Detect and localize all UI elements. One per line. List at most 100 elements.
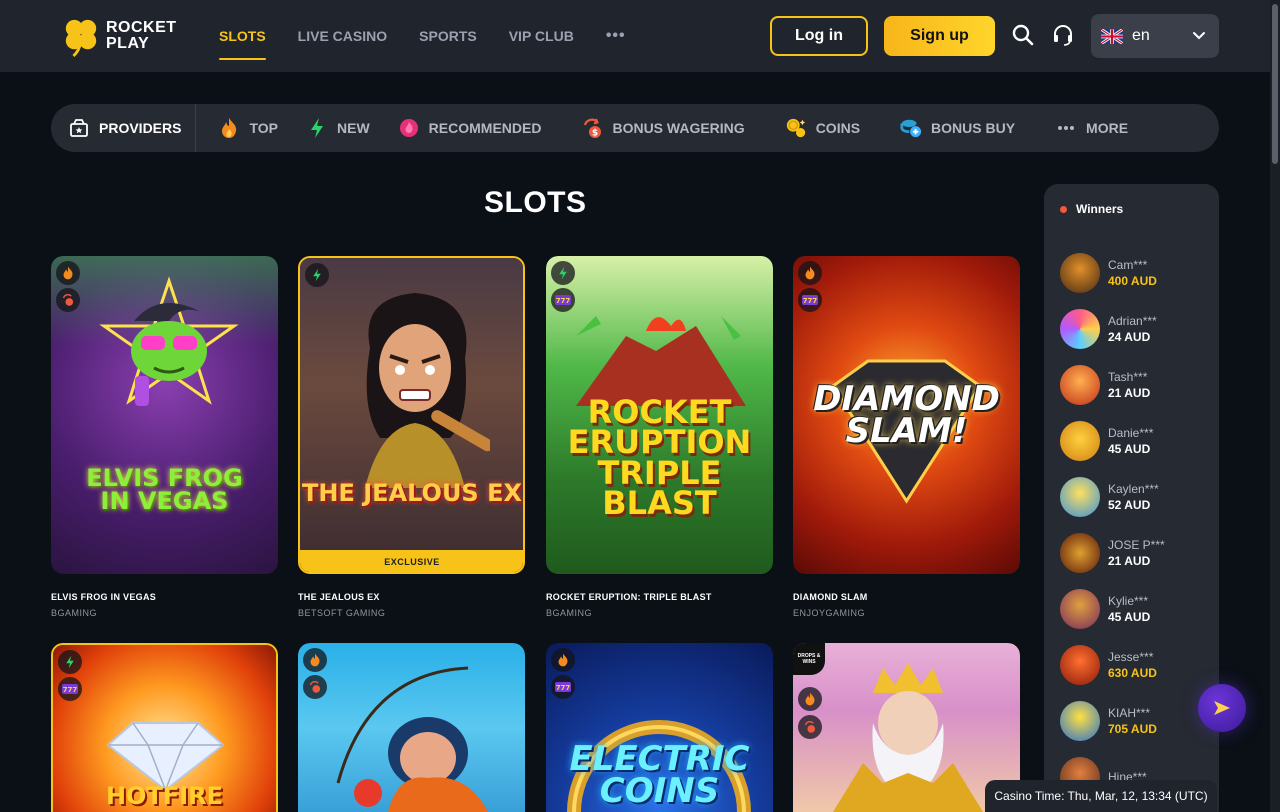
scrollbar-thumb[interactable] — [1272, 4, 1278, 164]
winner-name: Tash*** — [1108, 369, 1148, 384]
game-art-title: DIAMOND SLAM! — [813, 378, 1000, 451]
svg-text:777: 777 — [556, 684, 571, 692]
winner-name: Cam*** — [1108, 257, 1148, 272]
winners-title: Winners — [1076, 202, 1124, 216]
winner-row[interactable]: Danie*** 45 AUD — [1060, 420, 1210, 462]
game-thumbnail[interactable]: ELECTRIC COINS 777 — [546, 643, 773, 812]
jackpot-badge-icon: 777 — [551, 675, 575, 699]
uk-flag-icon — [1101, 28, 1123, 44]
logo-text: ROCKET PLAY — [106, 19, 177, 52]
clover-logo-icon — [65, 19, 97, 57]
filter-bonus-wagering[interactable]: $ BONUS WAGERING — [581, 104, 745, 152]
bonus-wagering-icon: $ — [581, 117, 603, 139]
lightning-icon — [306, 117, 328, 139]
hot-badge-icon — [303, 648, 327, 672]
winner-row[interactable]: Jesse*** 630 AUD — [1060, 644, 1210, 686]
game-name[interactable]: THE JEALOUS EX — [298, 592, 380, 602]
filter-providers[interactable]: PROVIDERS — [51, 104, 197, 152]
hotfire-diamond-art — [106, 722, 225, 790]
game-thumbnail[interactable]: DIAMOND SLAM! 777 — [793, 256, 1020, 574]
game-name[interactable]: DIAMOND SLAM — [793, 592, 868, 602]
game-card-elvis-frog[interactable]: ELVIS FROG IN VEGAS — [51, 256, 278, 574]
game-card-jealous-ex[interactable]: THE JEALOUS EX EXCLUSIVE — [298, 256, 525, 574]
nav-vip-club[interactable]: VIP CLUB — [509, 0, 574, 72]
game-provider[interactable]: BGAMING — [51, 608, 97, 618]
winner-game-avatar[interactable] — [1060, 421, 1100, 461]
jackpot-badge-icon: 777 — [798, 288, 822, 312]
winners-header: Winners — [1060, 202, 1123, 216]
signup-button[interactable]: Sign up — [884, 16, 995, 56]
game-name[interactable]: ELVIS FROG IN VEGAS — [51, 592, 156, 602]
game-thumbnail[interactable]: ELVIS FROG IN VEGAS — [51, 256, 278, 574]
game-thumbnail[interactable]: THE JEALOUS EX EXCLUSIVE — [300, 258, 523, 572]
nav-more-icon[interactable]: ••• — [606, 0, 626, 72]
login-button[interactable]: Log in — [770, 16, 868, 56]
filter-new[interactable]: NEW — [306, 104, 370, 152]
game-art-title: ROCKET ERUPTION TRIPLE BLAST — [567, 392, 752, 522]
svg-text:777: 777 — [63, 686, 78, 694]
winner-game-avatar[interactable] — [1060, 645, 1100, 685]
filter-providers-label: PROVIDERS — [99, 120, 182, 136]
winner-amount: 705 AUD — [1108, 721, 1157, 736]
winner-game-avatar[interactable] — [1060, 589, 1100, 629]
winner-amount: 24 AUD — [1108, 329, 1151, 344]
game-provider[interactable]: ENJOYGAMING — [793, 608, 865, 618]
game-card-fishing[interactable] — [298, 643, 525, 812]
winner-game-avatar[interactable] — [1060, 253, 1100, 293]
nav-slots[interactable]: SLOTS — [219, 0, 266, 72]
game-name[interactable]: ROCKET ERUPTION: TRIPLE BLAST — [546, 592, 712, 602]
winner-name: Kaylen*** — [1108, 481, 1159, 496]
winner-game-avatar[interactable] — [1060, 309, 1100, 349]
new-badge-icon — [551, 261, 575, 285]
game-card-diamond-slam[interactable]: DIAMOND SLAM! 777 — [793, 256, 1020, 574]
svg-text:$: $ — [592, 129, 598, 139]
winner-row[interactable]: Kaylen*** 52 AUD — [1060, 476, 1210, 518]
winner-row[interactable]: Kylie*** 45 AUD — [1060, 588, 1210, 630]
winner-game-avatar[interactable] — [1060, 477, 1100, 517]
winner-game-avatar[interactable] — [1060, 533, 1100, 573]
chevron-down-icon — [1193, 32, 1205, 40]
language-code: en — [1132, 27, 1150, 44]
language-selector[interactable]: en — [1091, 14, 1219, 58]
recommended-icon — [398, 117, 420, 139]
rocketplay-logo[interactable]: ROCKET PLAY — [62, 14, 182, 58]
main-nav: SLOTS LIVE CASINO SPORTS VIP CLUB ••• — [219, 0, 626, 72]
hot-badge-icon — [56, 261, 80, 285]
game-card-rocket-eruption[interactable]: ROCKET ERUPTION TRIPLE BLAST 777 — [546, 256, 773, 574]
filter-top[interactable]: TOP — [218, 104, 278, 152]
game-card-electric-coins[interactable]: ELECTRIC COINS 777 — [546, 643, 773, 812]
winner-game-avatar[interactable] — [1060, 365, 1100, 405]
search-icon[interactable] — [1010, 22, 1036, 48]
coins-icon — [785, 117, 807, 139]
winner-game-avatar[interactable] — [1060, 701, 1100, 741]
winner-row[interactable]: Cam*** 400 AUD — [1060, 252, 1210, 294]
winner-amount: 400 AUD — [1108, 273, 1157, 288]
game-provider[interactable]: BETSOFT GAMING — [298, 608, 385, 618]
filter-coins-label: COINS — [815, 120, 861, 136]
hot-badge-icon — [551, 648, 575, 672]
top-header: ROCKET PLAY SLOTS LIVE CASINO SPORTS VIP… — [0, 0, 1270, 72]
game-provider[interactable]: BGAMING — [546, 608, 592, 618]
winner-row[interactable]: JOSE P*** 21 AUD — [1060, 532, 1210, 574]
filter-recommended[interactable]: RECOMMENDED — [398, 104, 541, 152]
nav-sports[interactable]: SPORTS — [419, 0, 477, 72]
drops-wins-badge: DROPS & WINS — [793, 643, 825, 675]
game-thumbnail[interactable]: HOTFIRE 777 — [53, 645, 276, 812]
play-arrow-icon — [1214, 701, 1230, 715]
promo-launcher-button[interactable] — [1198, 684, 1246, 732]
game-thumbnail[interactable]: ROCKET ERUPTION TRIPLE BLAST 777 — [546, 256, 773, 574]
filter-coins[interactable]: COINS — [785, 104, 860, 152]
frog-character-art — [99, 276, 239, 406]
nav-live-casino[interactable]: LIVE CASINO — [298, 0, 387, 72]
winner-name: Danie*** — [1108, 425, 1154, 440]
exclusive-ribbon: EXCLUSIVE — [300, 550, 523, 572]
game-thumbnail[interactable] — [298, 643, 525, 812]
game-card-hotfire[interactable]: HOTFIRE 777 — [51, 643, 278, 812]
filter-more[interactable]: MORE — [1055, 104, 1128, 152]
winner-row[interactable]: Tash*** 21 AUD — [1060, 364, 1210, 406]
winner-row[interactable]: Adrian*** 24 AUD — [1060, 308, 1210, 350]
jackpot-badge-icon: 777 — [551, 288, 575, 312]
winner-row[interactable]: KIAH*** 705 AUD — [1060, 700, 1210, 742]
filter-bonus-buy[interactable]: BONUS BUY — [900, 104, 1015, 152]
support-headset-icon[interactable] — [1050, 22, 1076, 48]
